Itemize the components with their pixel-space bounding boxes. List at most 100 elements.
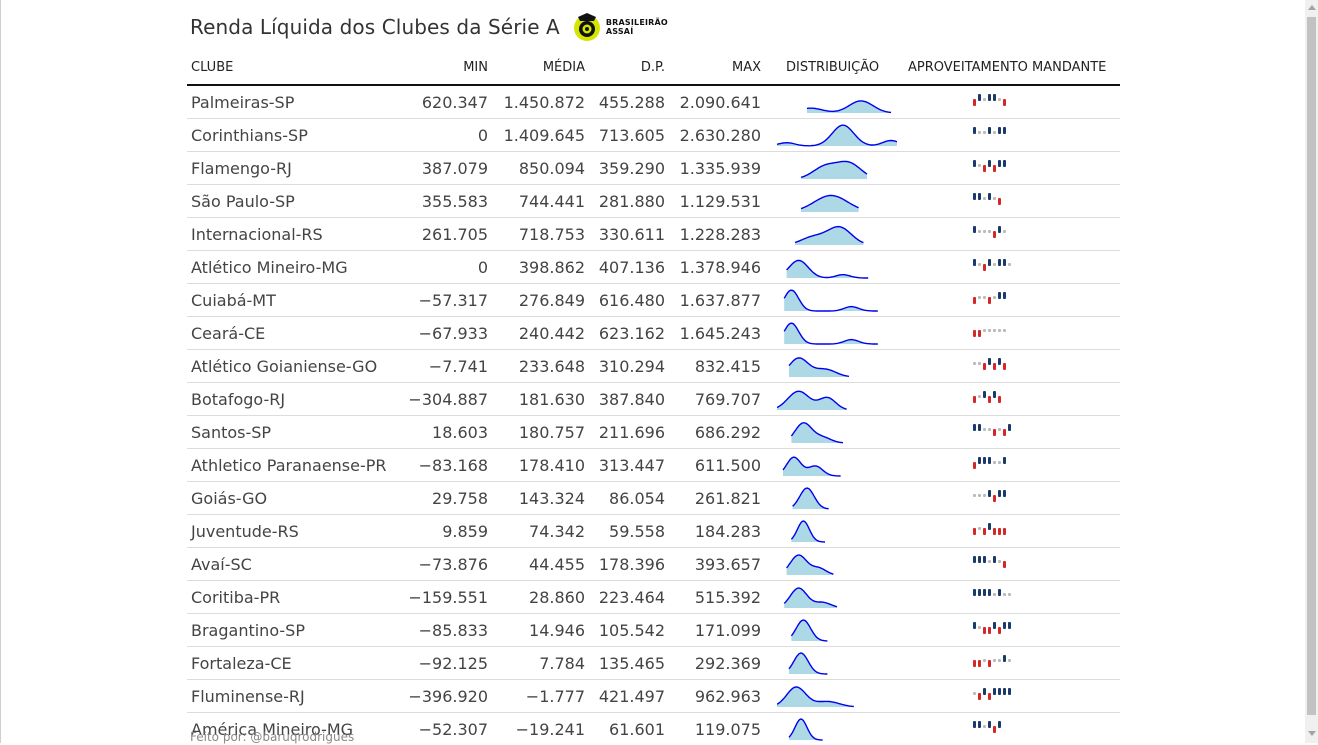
scroll-down-arrow-icon[interactable] bbox=[1308, 731, 1316, 736]
result-draw bbox=[978, 131, 981, 134]
result-draw bbox=[993, 131, 996, 134]
table-row: Cuiabá-MT −57.317 276.849 616.480 1.637.877 bbox=[187, 284, 1120, 317]
dp-value: 211.696 bbox=[598, 423, 665, 442]
logo-wordmark: BRASILEIRÃO ASSAÍ bbox=[606, 18, 668, 36]
vertical-scrollbar[interactable] bbox=[1305, 0, 1318, 743]
dp-value: 713.605 bbox=[598, 126, 665, 145]
result-win bbox=[988, 721, 991, 728]
result-win bbox=[978, 721, 981, 728]
result-draw bbox=[978, 626, 981, 629]
min-value: −85.833 bbox=[418, 621, 488, 640]
logo-line1: BRASILEIRÃO bbox=[605, 18, 668, 27]
home-performance-sparkbar bbox=[973, 160, 1006, 172]
max-value: 686.292 bbox=[694, 423, 761, 442]
result-win bbox=[1003, 688, 1006, 695]
max-value: 292.369 bbox=[694, 654, 761, 673]
density-area bbox=[807, 100, 891, 113]
result-loss bbox=[998, 627, 1001, 634]
result-win bbox=[998, 292, 1001, 299]
result-draw bbox=[983, 296, 986, 299]
min-value: −73.876 bbox=[418, 555, 488, 574]
result-loss bbox=[988, 693, 991, 700]
media-value: 143.324 bbox=[518, 489, 585, 508]
dp-value: 407.136 bbox=[598, 258, 665, 277]
distribution-sparkline bbox=[790, 520, 825, 543]
distribution-sparkline bbox=[790, 619, 828, 642]
result-win bbox=[998, 490, 1001, 497]
result-loss bbox=[1003, 528, 1006, 535]
home-performance-sparkbar bbox=[973, 556, 1006, 568]
result-win bbox=[1003, 292, 1006, 299]
scroll-up-arrow-icon[interactable] bbox=[1308, 5, 1316, 10]
result-win bbox=[998, 358, 1001, 365]
media-value: 233.648 bbox=[518, 357, 585, 376]
media-value: 850.094 bbox=[518, 159, 585, 178]
dp-value: 623.162 bbox=[598, 324, 665, 343]
result-loss bbox=[973, 99, 976, 106]
home-performance-sparkbar bbox=[973, 457, 1006, 469]
header-performance: APROVEITAMENTO MANDANTE bbox=[908, 60, 1107, 75]
distribution-sparkline bbox=[783, 289, 878, 312]
result-loss bbox=[983, 528, 986, 535]
media-value: 44.455 bbox=[529, 555, 585, 574]
distribution-sparkline bbox=[786, 259, 869, 279]
result-win bbox=[988, 523, 991, 530]
media-value: 1.409.645 bbox=[503, 126, 585, 145]
result-win bbox=[978, 424, 981, 431]
result-draw bbox=[988, 428, 991, 431]
club-name: Ceará-CE bbox=[191, 324, 266, 343]
club-name: Corinthians-SP bbox=[191, 126, 308, 145]
home-performance-sparkbar bbox=[973, 193, 1001, 205]
result-win bbox=[983, 688, 986, 695]
max-value: 393.657 bbox=[694, 555, 761, 574]
min-value: −52.307 bbox=[418, 720, 488, 739]
result-draw bbox=[978, 395, 981, 398]
result-loss bbox=[993, 429, 996, 436]
club-name: Internacional-RS bbox=[191, 225, 323, 244]
distribution-sparkline bbox=[777, 124, 897, 147]
distribution-sparkline bbox=[783, 587, 838, 608]
result-draw bbox=[993, 329, 996, 332]
result-win bbox=[1003, 457, 1006, 464]
result-draw bbox=[998, 560, 1001, 563]
result-win bbox=[988, 94, 991, 101]
result-draw bbox=[973, 692, 976, 695]
club-name: Fluminense-RJ bbox=[191, 687, 305, 706]
header-max: MAX bbox=[731, 60, 761, 75]
result-loss bbox=[973, 330, 976, 337]
min-value: −57.317 bbox=[418, 291, 488, 310]
max-value: 261.821 bbox=[694, 489, 761, 508]
scrollbar-thumb[interactable] bbox=[1307, 17, 1316, 715]
media-value: 240.442 bbox=[518, 324, 585, 343]
result-draw bbox=[998, 98, 1001, 101]
club-name: Goiás-GO bbox=[191, 489, 268, 508]
result-draw bbox=[1003, 230, 1006, 233]
result-loss bbox=[973, 528, 976, 535]
dp-value: 330.611 bbox=[598, 225, 665, 244]
result-win bbox=[978, 556, 981, 563]
result-win bbox=[978, 193, 981, 200]
table-row: Internacional-RS 261.705 718.753 330.611 1.2… bbox=[187, 218, 1120, 251]
min-value: −67.933 bbox=[418, 324, 488, 343]
table-row: Fortaleza-CE −92.125 7.784 135.465 292.369 bbox=[187, 647, 1120, 680]
result-draw bbox=[983, 131, 986, 134]
logo-line2: ASSAÍ bbox=[605, 27, 634, 36]
club-name: Fortaleza-CE bbox=[191, 654, 292, 673]
result-win bbox=[998, 688, 1001, 695]
table-row: Atlético Mineiro-MG 0 398.862 407.136 1.378.… bbox=[187, 251, 1120, 284]
result-win bbox=[998, 160, 1001, 167]
result-win bbox=[973, 556, 976, 563]
result-draw bbox=[978, 527, 981, 530]
min-value: 261.705 bbox=[421, 225, 488, 244]
table-body: Palmeiras-SP 620.347 1.450.872 455.288 2.090… bbox=[187, 86, 1120, 745]
media-value: 28.860 bbox=[529, 588, 585, 607]
min-value: −92.125 bbox=[418, 654, 488, 673]
result-win bbox=[988, 160, 991, 167]
media-value: 398.862 bbox=[518, 258, 585, 277]
result-draw bbox=[998, 461, 1001, 464]
min-value: −7.741 bbox=[428, 357, 488, 376]
home-performance-sparkbar bbox=[973, 358, 1006, 370]
result-loss bbox=[998, 396, 1001, 403]
result-win bbox=[973, 226, 976, 233]
result-draw bbox=[978, 362, 981, 365]
